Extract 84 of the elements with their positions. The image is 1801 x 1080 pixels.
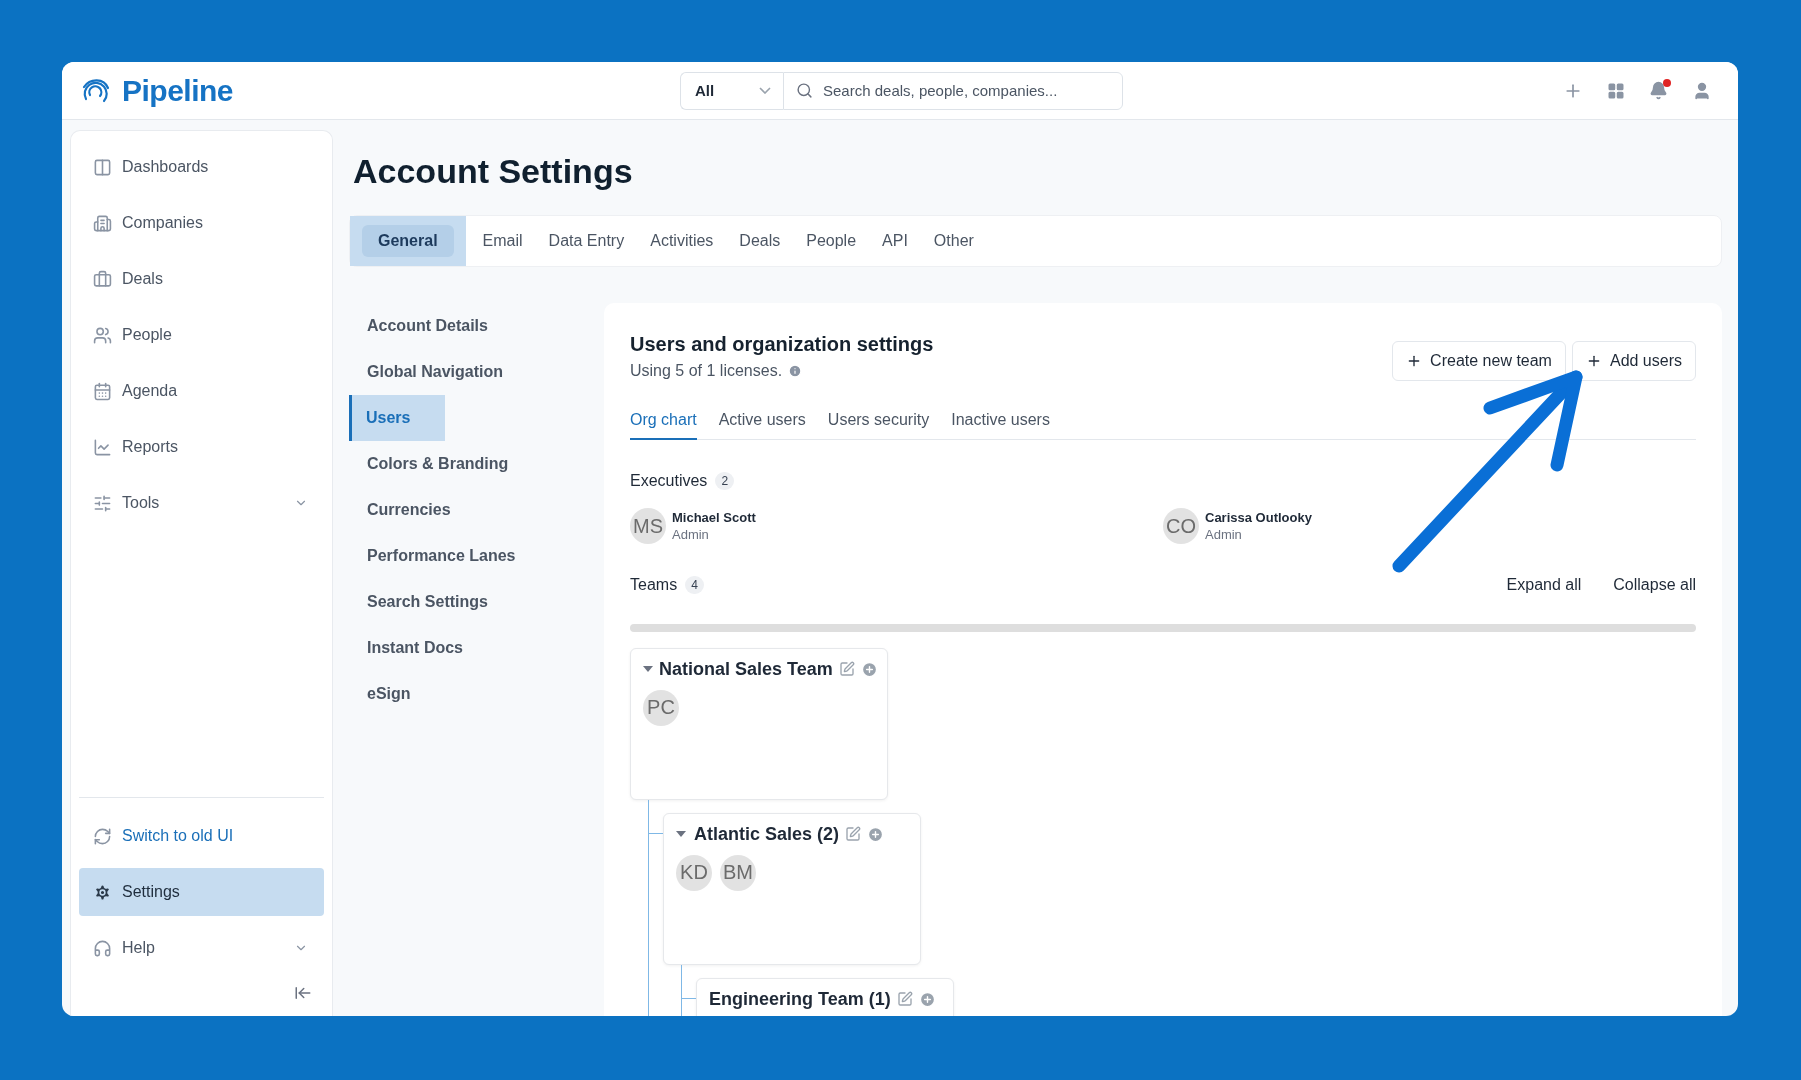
- count-badge: 2: [715, 472, 735, 490]
- panel-title: Users and organization settings: [630, 333, 934, 356]
- person-role: Admin: [672, 527, 710, 542]
- info-icon[interactable]: [788, 364, 803, 378]
- people-icon: [93, 325, 112, 345]
- settings-nav-item[interactable]: Colors & Branding: [349, 441, 509, 487]
- settings-nav-item[interactable]: Global Navigation: [349, 349, 503, 395]
- briefcase-icon: [93, 269, 112, 289]
- section-label: Executives: [630, 472, 708, 490]
- settings-nav-item[interactable]: Instant Docs: [349, 625, 463, 671]
- settings-tab[interactable]: People: [793, 225, 870, 257]
- settings-tab[interactable]: Deals: [726, 225, 794, 257]
- team-name: Atlantic Sales (2): [694, 824, 840, 845]
- sidebar-item[interactable]: Tools: [79, 479, 324, 527]
- line-chart-icon: [93, 437, 112, 457]
- refresh-icon: [93, 826, 112, 846]
- sidebar-item[interactable]: Reports: [79, 423, 324, 471]
- avatar: CO: [1163, 508, 1199, 544]
- users-tab[interactable]: Org chart: [630, 411, 697, 440]
- action-button[interactable]: Add users: [1571, 341, 1696, 381]
- grid-icon[interactable]: [1607, 81, 1625, 100]
- sliders-icon: [93, 493, 112, 513]
- settings-nav-item[interactable]: Performance Lanes: [349, 533, 516, 579]
- action-button[interactable]: Create new team: [1392, 341, 1566, 381]
- avatar: BM: [720, 854, 756, 891]
- settings-nav-item[interactable]: eSign: [349, 671, 411, 717]
- calendar-icon: [93, 381, 112, 401]
- search-icon: [796, 82, 813, 99]
- settings-nav-item[interactable]: Search Settings: [349, 579, 488, 625]
- sidebar-item[interactable]: Help: [79, 924, 324, 972]
- avatar: PC: [643, 689, 679, 726]
- avatar: MS: [630, 508, 666, 544]
- tree-action-button[interactable]: Expand all: [1506, 576, 1582, 594]
- building-icon: [93, 213, 112, 233]
- bell-icon[interactable]: [1649, 81, 1668, 100]
- collapse-sidebar-icon[interactable]: [294, 984, 312, 1002]
- add-icon[interactable]: [918, 990, 936, 1008]
- caret-icon[interactable]: [643, 666, 653, 673]
- settings-icon: [93, 882, 112, 902]
- users-tab[interactable]: Users security: [827, 411, 930, 440]
- sidebar-item[interactable]: Agenda: [79, 367, 324, 415]
- chevron-down-icon: [759, 87, 771, 94]
- sidebar-item[interactable]: Deals: [79, 255, 324, 303]
- section-label: Teams: [630, 576, 678, 594]
- settings-tab[interactable]: General: [362, 225, 454, 257]
- settings-nav-item[interactable]: Users: [349, 395, 445, 441]
- edit-icon[interactable]: [838, 661, 855, 678]
- sidebar-item[interactable]: Settings: [79, 868, 324, 916]
- sidebar-item[interactable]: Dashboards: [79, 143, 324, 191]
- app-logo[interactable]: Pipeline: [122, 73, 234, 108]
- scrollbar[interactable]: [630, 624, 1696, 632]
- settings-tab[interactable]: Data Entry: [535, 225, 638, 257]
- scope-dropdown[interactable]: All: [680, 71, 783, 110]
- users-tab[interactable]: Active users: [718, 411, 806, 440]
- tree-action-button[interactable]: Collapse all: [1613, 576, 1696, 594]
- settings-tab[interactable]: API: [869, 225, 921, 257]
- edit-icon[interactable]: [845, 826, 862, 843]
- columns-icon: [93, 157, 112, 177]
- page-title: Account Settings: [353, 152, 634, 191]
- person-role: Admin: [1205, 527, 1243, 542]
- search-input[interactable]: Search deals, people, companies...: [821, 81, 1110, 100]
- count-badge: 4: [685, 576, 704, 594]
- add-icon[interactable]: [867, 825, 885, 843]
- person-name: Carissa Outlooky: [1205, 510, 1312, 525]
- sidebar-item[interactable]: Companies: [79, 199, 324, 247]
- switch-ui-link[interactable]: Switch to old UI: [79, 812, 324, 860]
- sidebar-item[interactable]: People: [79, 311, 324, 359]
- team-name: Engineering Team (1): [709, 989, 891, 1010]
- caret-icon[interactable]: [676, 831, 688, 838]
- settings-tab[interactable]: Email: [469, 225, 536, 257]
- search-field[interactable]: Search deals, people, companies...: [783, 71, 1123, 110]
- edit-icon[interactable]: [896, 991, 913, 1008]
- settings-nav-item[interactable]: Account Details: [349, 303, 488, 349]
- license-usage: Using 5 of 1 licenses.: [630, 362, 783, 380]
- person-name: Michael Scott: [672, 510, 756, 525]
- headphones-icon: [93, 938, 112, 958]
- settings-tab[interactable]: Activities: [637, 225, 727, 257]
- avatar: KD: [676, 854, 712, 891]
- user-icon[interactable]: [1692, 80, 1712, 101]
- settings-tab[interactable]: Other: [920, 225, 987, 257]
- add-icon[interactable]: [860, 660, 878, 678]
- team-name: National Sales Team: [659, 659, 833, 680]
- users-tab[interactable]: Inactive users: [951, 411, 1050, 440]
- settings-nav-item[interactable]: Currencies: [349, 487, 451, 533]
